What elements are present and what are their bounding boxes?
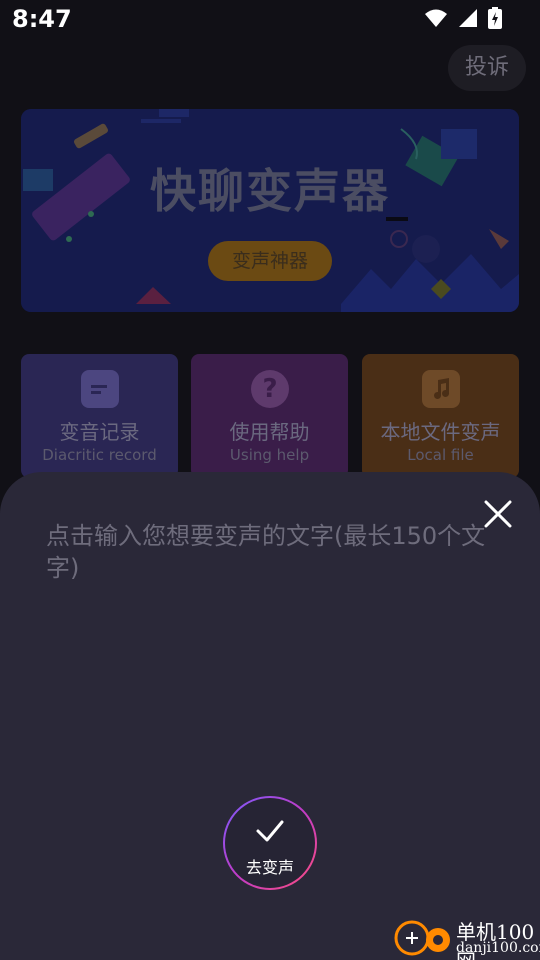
- card-title: 使用帮助: [229, 420, 310, 444]
- watermark-site: danji100.com: [456, 940, 540, 956]
- app-screen: 8:47 投诉 快聊变声器 变声神器 变音记录 Diacritic record…: [0, 0, 540, 960]
- card-subtitle: Local file: [407, 446, 474, 464]
- watermark-logo-icon: [394, 920, 450, 956]
- card-local-file[interactable]: 本地文件变声 Local file: [362, 354, 519, 478]
- status-icons: [424, 7, 502, 29]
- complaint-button[interactable]: 投诉: [448, 45, 526, 91]
- wifi-icon: [425, 9, 447, 27]
- check-icon: [256, 820, 284, 842]
- card-subtitle: Using help: [229, 446, 310, 464]
- text-input-sheet: 去变声: [0, 472, 540, 960]
- banner-title: 快聊变声器: [150, 164, 390, 218]
- card-title: 变音记录: [59, 420, 140, 444]
- voice-text-input[interactable]: [46, 520, 496, 760]
- promo-banner[interactable]: 快聊变声器 变声神器: [21, 109, 519, 312]
- go-button-inner: 去变声: [225, 798, 315, 888]
- status-time: 8:47: [12, 5, 72, 33]
- signal-icon: [459, 9, 477, 27]
- watermark: 单机100网 danji100.com: [388, 914, 540, 960]
- card-using-help[interactable]: ? 使用帮助 Using help: [191, 354, 348, 478]
- go-button-label: 去变声: [245, 858, 294, 877]
- status-bar: 8:47: [0, 0, 540, 38]
- battery-charging-icon: [488, 7, 502, 29]
- banner-button[interactable]: 变声神器: [208, 241, 332, 281]
- record-icon: [81, 370, 119, 408]
- card-title: 本地文件变声: [380, 420, 501, 444]
- music-note-icon: [422, 370, 460, 408]
- go-change-voice-button[interactable]: 去变声: [223, 796, 317, 890]
- card-subtitle: Diacritic record: [42, 446, 157, 464]
- help-icon: ?: [251, 370, 289, 408]
- card-voice-record[interactable]: 变音记录 Diacritic record: [21, 354, 178, 478]
